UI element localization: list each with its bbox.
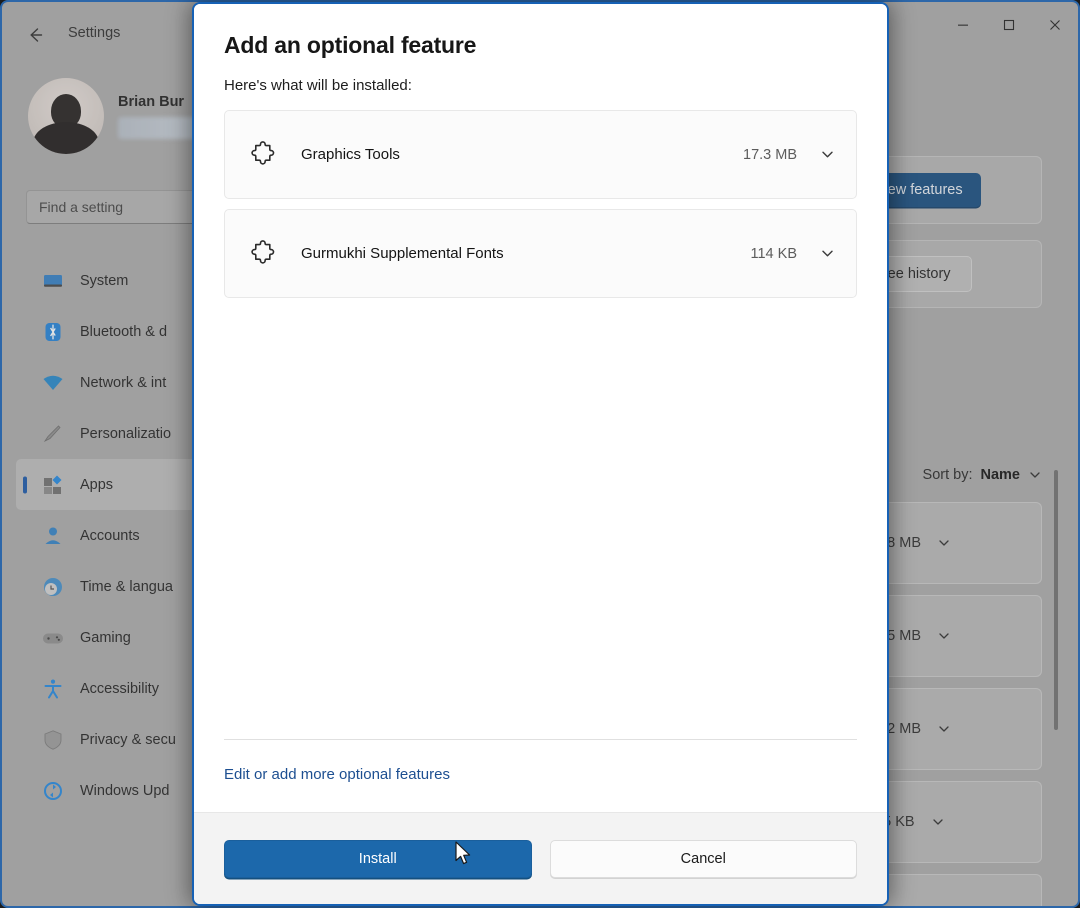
chevron-down-icon bbox=[931, 815, 945, 829]
sidebar-item-personalization[interactable]: Personalizatio bbox=[16, 408, 202, 459]
sidebar-item-label: Privacy & secu bbox=[80, 731, 176, 748]
sidebar-item-label: Bluetooth & d bbox=[80, 323, 168, 340]
sort-by-value: Name bbox=[980, 467, 1021, 483]
cancel-button[interactable]: Cancel bbox=[549, 839, 857, 878]
sidebar-item-label: Accounts bbox=[80, 527, 140, 544]
sidebar-item-time[interactable]: Time & langua bbox=[16, 561, 202, 612]
dialog-footer: Install Cancel bbox=[194, 812, 887, 904]
sort-by-dropdown[interactable]: Sort by: Name bbox=[923, 467, 1042, 483]
sidebar-item-privacy[interactable]: Privacy & secu bbox=[16, 714, 202, 765]
gamepad-icon bbox=[42, 627, 64, 649]
window-title: Settings bbox=[68, 25, 121, 41]
dialog-spacer bbox=[224, 308, 857, 739]
sidebar-item-label: Accessibility bbox=[80, 680, 159, 697]
sidebar-item-label: System bbox=[80, 272, 129, 289]
feature-name: Gurmukhi Supplemental Fonts bbox=[301, 245, 504, 262]
install-button[interactable]: Install bbox=[224, 839, 532, 878]
scrollbar[interactable] bbox=[1054, 470, 1058, 730]
sort-by-label: Sort by: bbox=[922, 467, 973, 483]
maximize-icon[interactable] bbox=[986, 2, 1032, 48]
sidebar-item-windows-update[interactable]: Windows Upd bbox=[16, 765, 202, 816]
sidebar-item-label: Apps bbox=[80, 476, 114, 493]
puzzle-piece-icon bbox=[249, 239, 279, 269]
apps-icon bbox=[42, 474, 64, 496]
chevron-down-icon[interactable] bbox=[819, 245, 836, 262]
paintbrush-icon bbox=[42, 423, 64, 445]
feature-size: 114 KB bbox=[750, 245, 798, 262]
feature-size: 17.3 MB bbox=[743, 146, 797, 163]
chevron-down-icon bbox=[1028, 468, 1042, 482]
search-placeholder: Find a setting bbox=[39, 199, 124, 215]
sidebar-item-apps[interactable]: Apps bbox=[16, 459, 202, 510]
dialog-subtitle: Here's what will be installed: bbox=[224, 77, 412, 94]
sidebar-item-label: Time & langua bbox=[80, 578, 173, 595]
bluetooth-icon bbox=[42, 321, 64, 343]
window-controls bbox=[940, 2, 1078, 48]
sidebar-item-system[interactable]: System bbox=[16, 255, 202, 306]
clock-icon bbox=[42, 576, 64, 598]
wifi-icon bbox=[42, 372, 64, 394]
person-icon bbox=[42, 525, 64, 547]
sidebar-nav: System Bluetooth & d Network & int Perso… bbox=[16, 255, 202, 816]
puzzle-piece-icon bbox=[249, 140, 279, 170]
sidebar-item-label: Gaming bbox=[80, 629, 131, 646]
close-icon[interactable] bbox=[1032, 2, 1078, 48]
sidebar-item-accounts[interactable]: Accounts bbox=[16, 510, 202, 561]
edit-optional-features-link[interactable]: Edit or add more optional features bbox=[224, 766, 450, 783]
avatar bbox=[28, 78, 104, 154]
sidebar-item-label: Network & int bbox=[80, 374, 167, 391]
accessibility-icon bbox=[42, 678, 64, 700]
minimize-icon[interactable] bbox=[940, 2, 986, 48]
chevron-down-icon bbox=[937, 629, 951, 643]
chevron-down-icon[interactable] bbox=[819, 146, 836, 163]
shield-icon bbox=[42, 729, 64, 751]
feature-row[interactable]: Gurmukhi Supplemental Fonts 114 KB bbox=[224, 209, 857, 298]
update-icon bbox=[42, 780, 64, 802]
search-input[interactable]: Find a setting bbox=[26, 190, 201, 224]
sidebar-item-accessibility[interactable]: Accessibility bbox=[16, 663, 202, 714]
feature-name: Graphics Tools bbox=[301, 146, 400, 163]
chevron-down-icon bbox=[937, 536, 951, 550]
back-arrow-icon[interactable] bbox=[20, 20, 50, 50]
dialog-title: Add an optional feature bbox=[224, 32, 477, 58]
dialog-body: Add an optional feature Here's what will… bbox=[194, 4, 887, 812]
sidebar-item-label: Windows Upd bbox=[80, 782, 170, 799]
sidebar-item-bluetooth[interactable]: Bluetooth & d bbox=[16, 306, 202, 357]
sidebar-item-gaming[interactable]: Gaming bbox=[16, 612, 202, 663]
add-optional-feature-dialog: Add an optional feature Here's what will… bbox=[192, 2, 889, 906]
sidebar-item-network[interactable]: Network & int bbox=[16, 357, 202, 408]
chevron-down-icon bbox=[937, 722, 951, 736]
edit-link-container: Edit or add more optional features bbox=[224, 740, 857, 812]
monitor-icon bbox=[42, 270, 64, 292]
sidebar-item-label: Personalizatio bbox=[80, 425, 172, 442]
feature-row[interactable]: Graphics Tools 17.3 MB bbox=[224, 110, 857, 199]
